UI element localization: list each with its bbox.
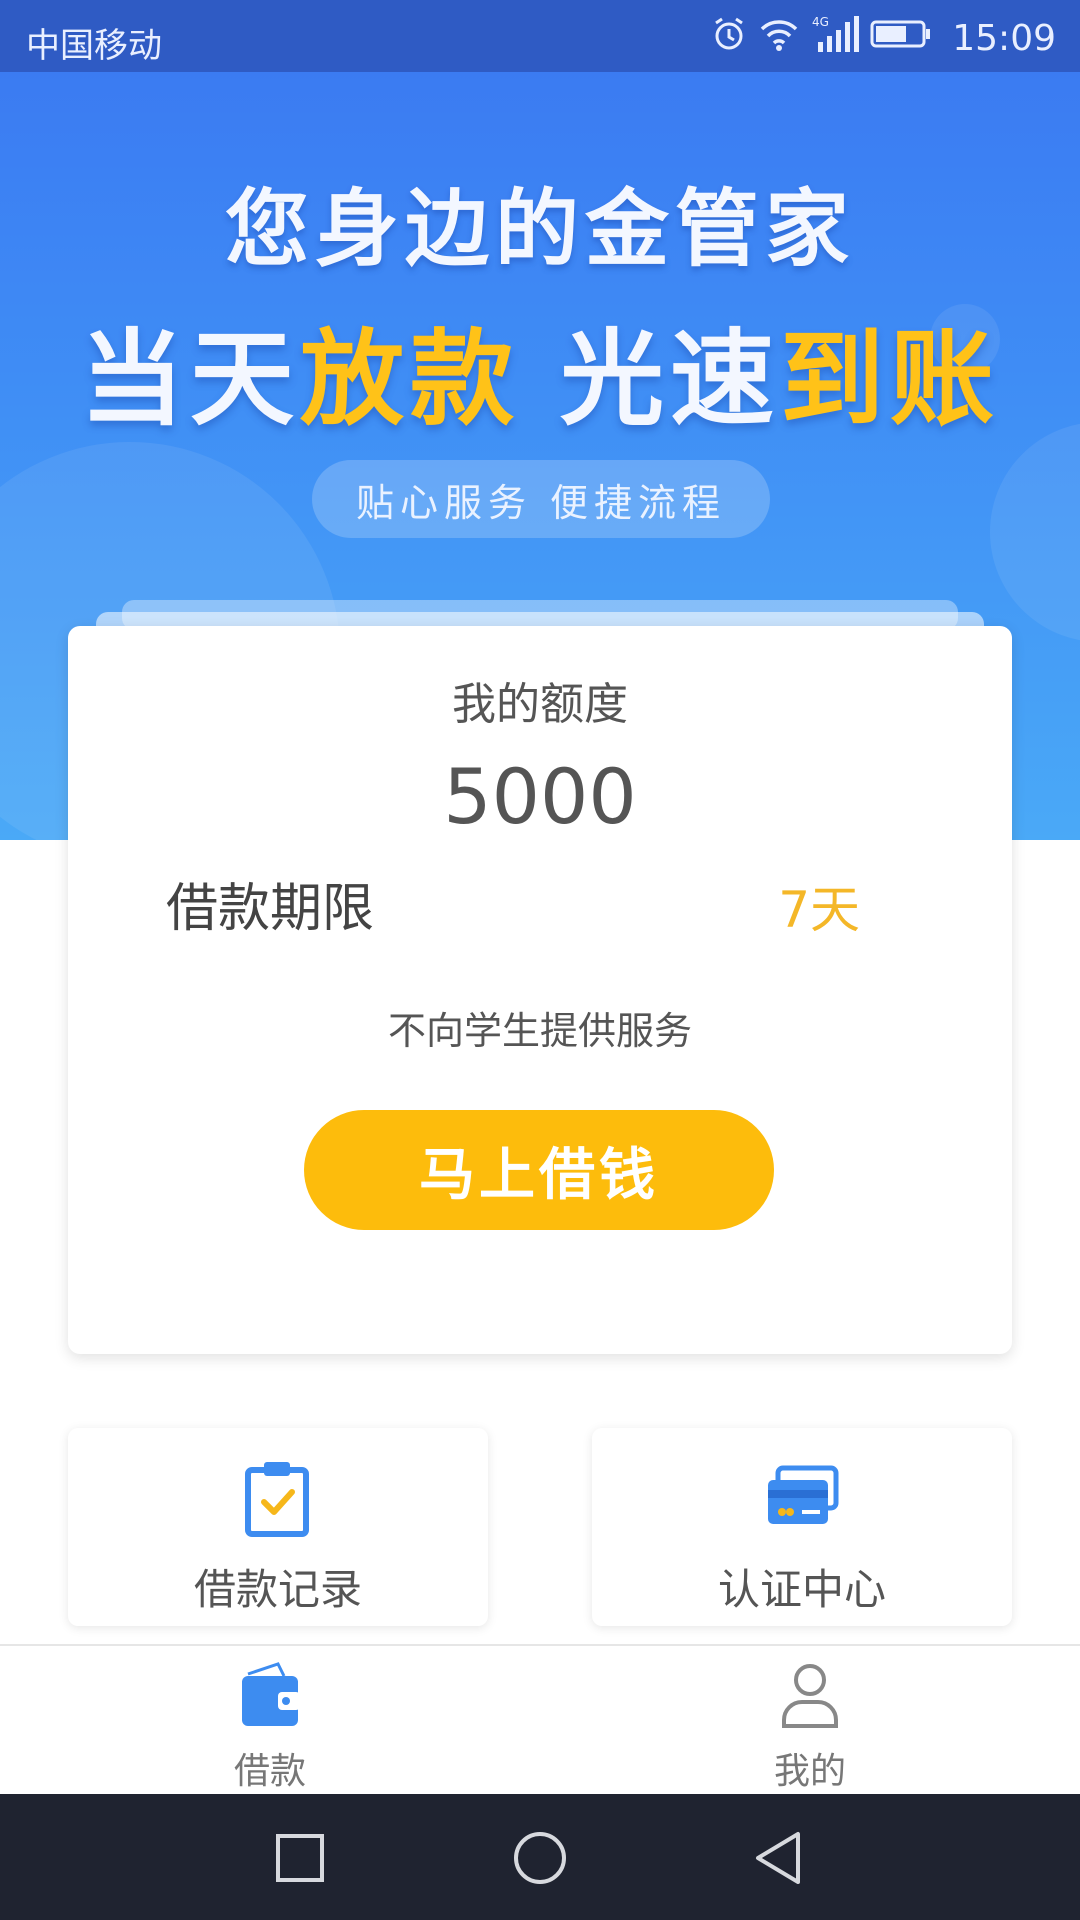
slogan-part-highlight: 到账 bbox=[780, 318, 1001, 440]
wallet-icon bbox=[230, 1660, 310, 1730]
slogan-part: 当天 bbox=[79, 318, 300, 440]
slogan-part: 光速 bbox=[560, 318, 781, 440]
tile-label: 借款记录 bbox=[193, 1565, 362, 1614]
banner-headline: 您身边的金管家 bbox=[224, 180, 855, 278]
recent-apps-icon[interactable] bbox=[268, 1826, 332, 1890]
verification-center-tile[interactable]: 认证中心 bbox=[592, 1428, 1012, 1626]
quota-label: 我的额度 bbox=[452, 679, 628, 730]
carrier-name: 中国移动 bbox=[26, 26, 162, 66]
loan-term-label: 借款期限 bbox=[166, 879, 375, 939]
tab-label: 借款 bbox=[233, 1751, 306, 1792]
banner-slogan: 当天放款 光速到账 bbox=[0, 294, 1080, 445]
decor-bubble bbox=[990, 422, 1080, 642]
status-icons: 4G 15:09 bbox=[710, 14, 1056, 63]
slogan-part-highlight: 放款 bbox=[299, 318, 520, 440]
wifi-icon bbox=[758, 15, 800, 62]
credit-card-icon bbox=[762, 1458, 842, 1538]
student-notice: 不向学生提供服务 bbox=[387, 1009, 692, 1053]
tab-loan[interactable]: 借款 bbox=[0, 1646, 540, 1796]
borrow-now-button[interactable]: 马上借钱 bbox=[304, 1110, 774, 1230]
signal-icon: 4G bbox=[810, 14, 860, 63]
status-bar: 中国移动 4G 15:09 bbox=[0, 0, 1080, 72]
banner-tagline: 贴心服务 便捷流程 bbox=[312, 460, 770, 538]
alarm-icon bbox=[710, 15, 748, 62]
network-type-label: 4G bbox=[812, 15, 829, 29]
loan-records-tile[interactable]: 借款记录 bbox=[68, 1428, 488, 1626]
tile-label: 认证中心 bbox=[717, 1565, 886, 1614]
loan-term-value: 7天 bbox=[778, 881, 860, 939]
credit-card-panel: 我的额度 5000 借款期限 7天 不向学生提供服务 马上借钱 bbox=[68, 626, 1012, 1354]
user-icon bbox=[770, 1660, 850, 1730]
home-icon[interactable] bbox=[508, 1826, 572, 1890]
back-icon[interactable] bbox=[748, 1826, 812, 1890]
clipboard-check-icon bbox=[238, 1458, 318, 1538]
battery-icon bbox=[870, 18, 932, 59]
tab-label: 我的 bbox=[773, 1751, 846, 1792]
tab-mine[interactable]: 我的 bbox=[540, 1646, 1080, 1796]
quota-value: 5000 bbox=[443, 752, 637, 841]
bottom-tab-bar: 借款 我的 bbox=[0, 1644, 1080, 1796]
clock-time: 15:09 bbox=[952, 18, 1056, 59]
system-navigation-bar bbox=[0, 1794, 1080, 1920]
